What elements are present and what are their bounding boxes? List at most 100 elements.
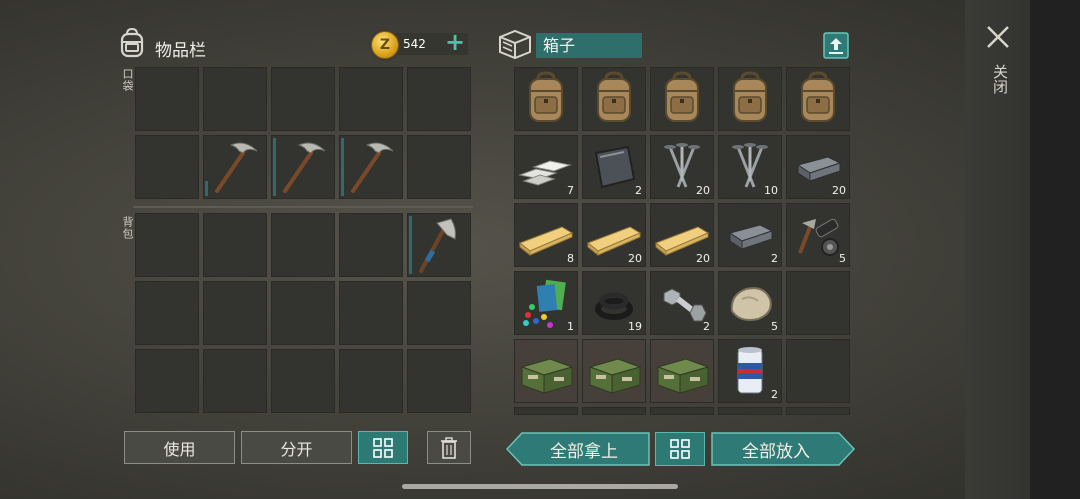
item-quantity: 8 xyxy=(567,252,574,265)
backpack-icon xyxy=(529,71,563,122)
box-slot[interactable]: 7 xyxy=(514,135,578,199)
pickaxe-icon xyxy=(215,142,258,193)
item-quantity: 20 xyxy=(832,184,846,197)
box-slot[interactable]: 1 xyxy=(514,271,578,335)
box-slot[interactable] xyxy=(786,339,850,403)
grid-icon xyxy=(373,437,393,458)
backpack-icon xyxy=(665,71,699,122)
upload-icon[interactable] xyxy=(823,32,849,59)
item-quantity: 2 xyxy=(771,388,778,401)
close-icon[interactable] xyxy=(985,24,1011,50)
pocket-slot[interactable] xyxy=(339,67,403,131)
backpack-slot[interactable] xyxy=(203,349,267,413)
backpack-slot[interactable] xyxy=(339,213,403,277)
backpack-slot[interactable] xyxy=(339,349,403,413)
add-coins-button[interactable]: + xyxy=(444,30,466,54)
box-slot[interactable] xyxy=(650,67,714,131)
sort-box-button[interactable] xyxy=(655,432,705,466)
backpack-slot[interactable] xyxy=(271,349,335,413)
box-grid: 7 2 20 10 20 8 20 20 2 5 1 19 2 5 2 xyxy=(514,67,850,415)
trash-icon xyxy=(441,436,457,459)
pocket-slot[interactable] xyxy=(271,135,335,199)
item-quantity: 2 xyxy=(635,184,642,197)
backpack-icon xyxy=(120,27,144,58)
sort-inventory-button[interactable] xyxy=(358,431,408,464)
pickaxe-icon xyxy=(351,142,394,193)
item-quantity: 20 xyxy=(696,252,710,265)
item-quantity: 19 xyxy=(628,320,642,333)
pocket-slot[interactable] xyxy=(271,67,335,131)
backpack-slot[interactable] xyxy=(407,213,471,277)
pocket-slot[interactable] xyxy=(339,135,403,199)
item-quantity: 10 xyxy=(764,184,778,197)
box-slot[interactable]: 10 xyxy=(718,135,782,199)
backpack-slot[interactable] xyxy=(203,281,267,345)
box-slot[interactable] xyxy=(514,339,578,403)
box-slot[interactable] xyxy=(718,67,782,131)
backpack-slot[interactable] xyxy=(135,213,199,277)
backpack-slot[interactable] xyxy=(135,281,199,345)
pocket-slot[interactable] xyxy=(135,67,199,131)
box-slot[interactable] xyxy=(514,67,578,131)
trash-button[interactable] xyxy=(427,431,471,464)
box-slot-partial xyxy=(718,407,782,415)
use-button[interactable]: 使用 xyxy=(124,431,235,464)
box-slot[interactable]: 20 xyxy=(650,203,714,267)
pocket-slot[interactable] xyxy=(407,67,471,131)
pickaxe-icon xyxy=(283,142,326,193)
take-all-button[interactable]: 全部拿上 xyxy=(520,432,648,466)
backpack-slot[interactable] xyxy=(271,213,335,277)
box-slot[interactable]: 5 xyxy=(786,203,850,267)
item-quantity: 5 xyxy=(839,252,846,265)
backpack-slot[interactable] xyxy=(203,213,267,277)
box-slot-partial xyxy=(650,407,714,415)
pocket-slot[interactable] xyxy=(135,135,199,199)
backpack-slot[interactable] xyxy=(339,281,403,345)
grid-icon xyxy=(670,439,690,459)
home-indicator xyxy=(402,484,678,489)
box-slot[interactable]: 5 xyxy=(718,271,782,335)
pocket-slot[interactable] xyxy=(203,135,267,199)
put-all-button[interactable]: 全部放入 xyxy=(711,432,841,466)
ammo-crate-icon xyxy=(656,358,710,394)
backpack-slot[interactable] xyxy=(135,349,199,413)
box-slot-partial xyxy=(514,407,578,415)
pocket-slot[interactable] xyxy=(203,67,267,131)
backpack-grid xyxy=(135,213,471,413)
box-slot[interactable]: 20 xyxy=(786,135,850,199)
box-slot[interactable] xyxy=(786,67,850,131)
backpack-slot[interactable] xyxy=(407,349,471,413)
box-slot[interactable]: 19 xyxy=(582,271,646,335)
box-slot[interactable] xyxy=(582,339,646,403)
box-slot[interactable]: 2 xyxy=(718,203,782,267)
ammo-crate-icon xyxy=(588,358,642,394)
box-slot[interactable]: 8 xyxy=(514,203,578,267)
item-quantity: 1 xyxy=(567,320,574,333)
box-name-field[interactable]: 箱子 xyxy=(536,33,642,58)
item-quantity: 20 xyxy=(628,252,642,265)
pocket-grid xyxy=(135,67,471,199)
pocket-label: 口袋 xyxy=(121,68,134,92)
box-slot[interactable]: 2 xyxy=(650,271,714,335)
box-slot[interactable]: 20 xyxy=(650,135,714,199)
item-quantity: 20 xyxy=(696,184,710,197)
pocket-slot[interactable] xyxy=(407,135,471,199)
ammo-crate-icon xyxy=(520,358,574,394)
close-label: 关闭 xyxy=(991,64,1009,94)
box-slot-partial xyxy=(786,407,850,415)
screen-edge xyxy=(1030,0,1080,499)
box-slot[interactable]: 20 xyxy=(582,203,646,267)
backpack-slot[interactable] xyxy=(407,281,471,345)
backpack-slot[interactable] xyxy=(271,281,335,345)
split-button[interactable]: 分开 xyxy=(241,431,352,464)
hatchet-icon xyxy=(419,218,456,273)
backpack-icon xyxy=(801,71,835,122)
box-slot[interactable] xyxy=(582,67,646,131)
item-quantity: 5 xyxy=(771,320,778,333)
box-slot[interactable] xyxy=(650,339,714,403)
box-slot[interactable]: 2 xyxy=(582,135,646,199)
item-quantity: 2 xyxy=(771,252,778,265)
box-slot-partial xyxy=(582,407,646,415)
box-slot[interactable]: 2 xyxy=(718,339,782,403)
box-slot[interactable] xyxy=(786,271,850,335)
